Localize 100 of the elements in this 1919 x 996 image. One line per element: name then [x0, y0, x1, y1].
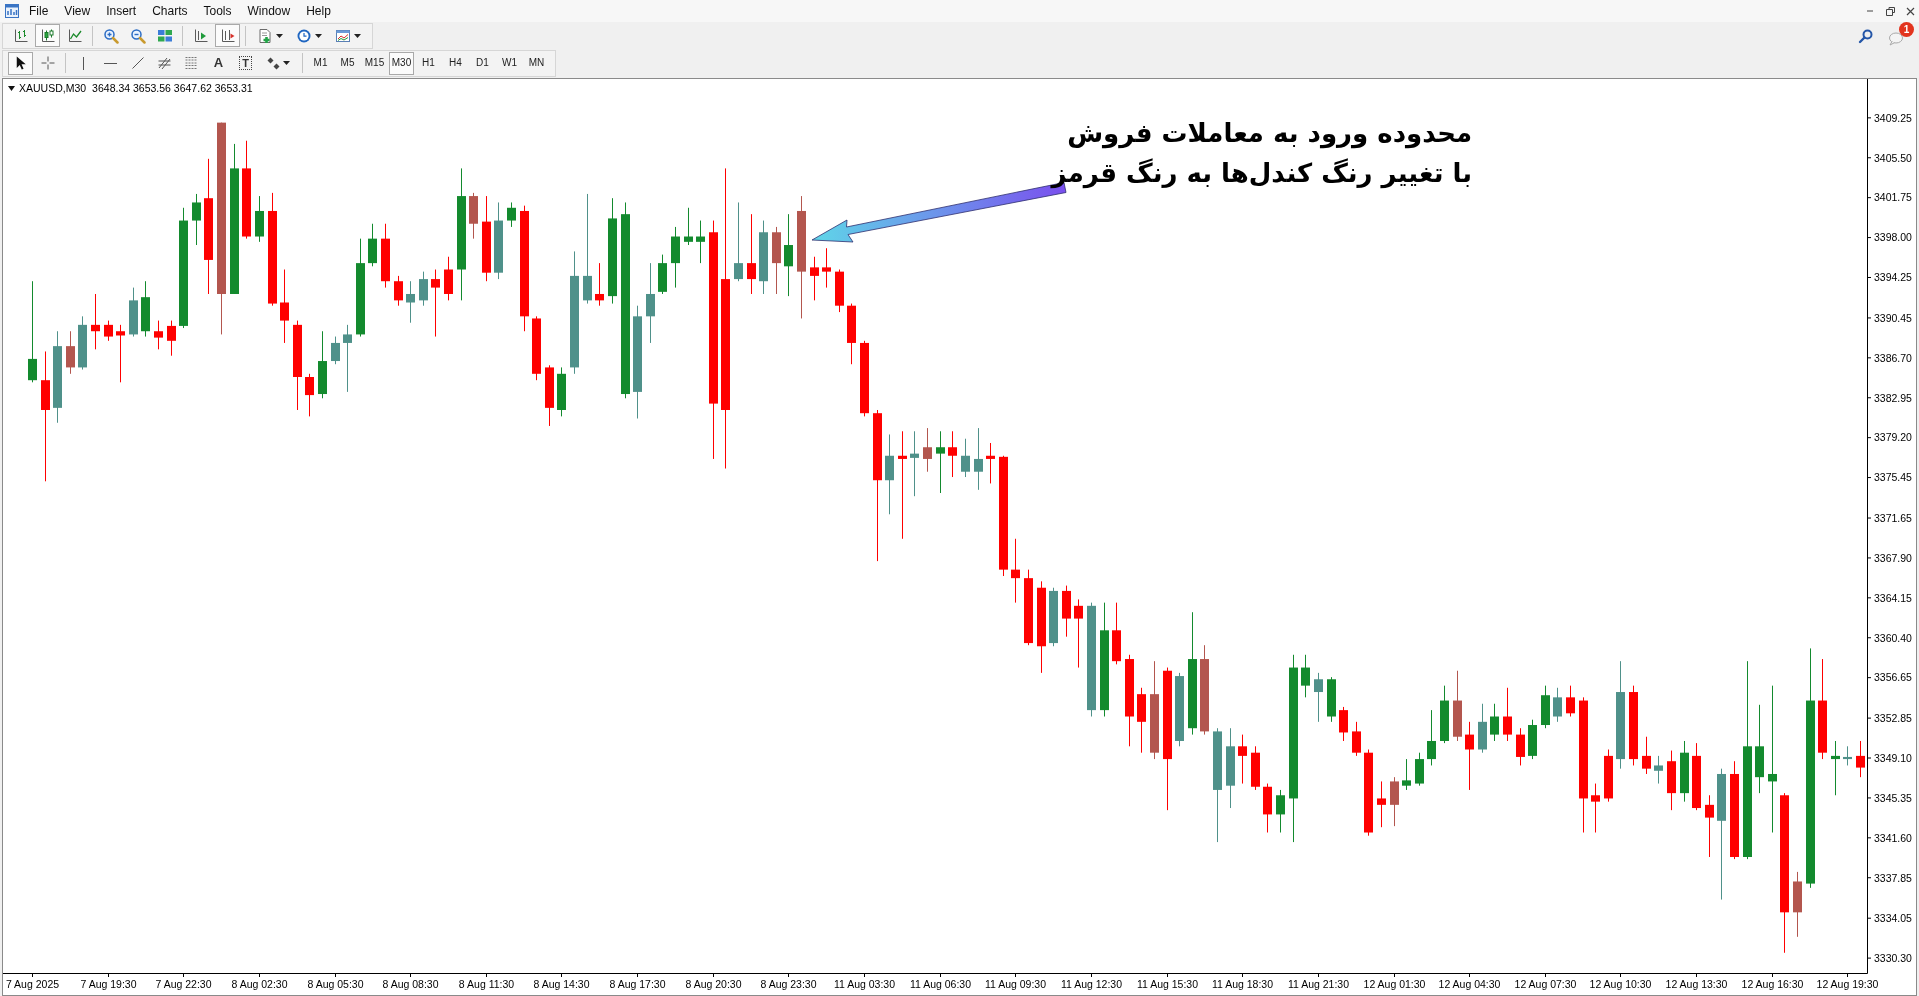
text-label-button[interactable]: T: [233, 51, 258, 75]
timeframe-tab[interactable]: M15: [362, 51, 387, 75]
timeframe-tab[interactable]: H1: [416, 51, 441, 75]
timeframe-tab[interactable]: M30: [389, 51, 414, 75]
candle-body: [104, 324, 113, 337]
document-plus-icon: [256, 27, 273, 44]
price-label: 3401.75: [1874, 191, 1912, 204]
time-label: 8 Aug 02:30: [231, 978, 288, 990]
menu-item[interactable]: Help: [298, 1, 339, 21]
price-label: 3364.15: [1874, 591, 1912, 604]
candlestick: [898, 430, 907, 540]
candlestick: [974, 427, 983, 491]
price-label: 3360.40: [1874, 631, 1912, 644]
candlestick: [154, 320, 163, 350]
candlestick: [1276, 789, 1285, 834]
zoom-out-icon: [129, 27, 146, 44]
ohlc-readout: 3648.34 3653.56 3647.62 3653.31: [92, 82, 253, 94]
text-tool-button[interactable]: A: [206, 51, 231, 75]
line-chart-icon: [66, 27, 83, 44]
candlestick: [305, 373, 314, 417]
candlestick: [646, 262, 655, 344]
timeframe-tab[interactable]: D1: [470, 51, 495, 75]
price-label: 3405.50: [1874, 151, 1912, 164]
shapes-icon: [267, 56, 280, 70]
price-label: 3379.20: [1874, 431, 1912, 444]
candlestick: [91, 293, 100, 350]
annotation-text: محدوده ورود به معاملات فروش با تغییر رنگ کندل‌ها به رنگ قرمز: [1051, 117, 1472, 191]
time-label: 12 Aug 07:30: [1514, 978, 1577, 990]
chat-bubble-icon: [1888, 29, 1904, 46]
time-label: 8 Aug 17:30: [609, 978, 666, 990]
hatched-lines-icon: [157, 56, 172, 70]
candlestick: [1377, 780, 1386, 828]
candlestick: [116, 324, 125, 383]
time-label: 12 Aug 10:30: [1589, 978, 1652, 990]
time-label: 11 Aug 06:30: [909, 978, 972, 990]
price-label: 3337.85: [1874, 871, 1912, 884]
candlestick: [419, 271, 428, 307]
caret-icon: [275, 33, 283, 38]
time-label: 11 Aug 21:30: [1287, 978, 1350, 990]
close-icon: [1905, 6, 1915, 16]
candlestick-icon: [39, 27, 56, 44]
menu-item[interactable]: Window: [239, 1, 299, 21]
candlestick: [1856, 740, 1865, 778]
candlestick: [66, 330, 75, 375]
menu-item[interactable]: Insert: [98, 1, 145, 21]
candlestick: [1591, 783, 1600, 834]
time-label: 11 Aug 09:30: [984, 978, 1047, 990]
candlestick-chart-button[interactable]: [35, 24, 60, 47]
candlestick: [948, 430, 957, 478]
candlestick: [684, 207, 693, 246]
menu-item[interactable]: Tools: [195, 1, 240, 21]
candlestick: [28, 280, 37, 383]
cursor-button[interactable]: [8, 51, 33, 75]
chart-symbol: XAUUSD,M30: [19, 82, 87, 94]
menu-item[interactable]: Charts: [144, 1, 196, 21]
candlestick: [822, 247, 831, 289]
price-label: 3341.60: [1874, 831, 1912, 844]
time-label: 11 Aug 15:30: [1136, 978, 1199, 990]
time-label: 8 Aug 20:30: [685, 978, 742, 990]
candlestick: [1465, 721, 1474, 791]
candlestick: [343, 324, 352, 393]
bar-chart-icon: [12, 27, 29, 44]
timeframe-tab[interactable]: M1: [308, 51, 333, 75]
candlestick: [1301, 654, 1310, 698]
candlestick: [1516, 727, 1525, 766]
candlestick: [923, 427, 932, 473]
timeframe-tab[interactable]: W1: [497, 51, 522, 75]
candlestick: [1503, 687, 1512, 742]
caret-icon: [353, 33, 361, 38]
candlestick: [696, 220, 705, 264]
candlestick: [910, 430, 919, 497]
chart-shift-button[interactable]: [215, 24, 240, 47]
price-label: 3356.65: [1874, 671, 1912, 684]
timeframe-tab[interactable]: M5: [335, 51, 360, 75]
candlestick: [1654, 755, 1663, 785]
menu-item[interactable]: File: [21, 1, 57, 21]
timeframe-tab[interactable]: MN: [524, 51, 549, 75]
horizontal-line-icon: [104, 61, 117, 65]
price-label: 3409.25: [1874, 111, 1912, 124]
candlestick: [1566, 685, 1575, 718]
restore-icon: [1885, 6, 1895, 16]
vertical-line-icon: [82, 56, 85, 70]
time-label: 8 Aug 05:30: [307, 978, 364, 990]
price-label: 3386.70: [1874, 351, 1912, 364]
price-label: 3330.30: [1874, 951, 1912, 964]
time-label: 12 Aug 04:30: [1438, 978, 1501, 990]
timeframe-tab[interactable]: H4: [443, 51, 468, 75]
candlestick: [1314, 672, 1323, 723]
price-label: 3367.90: [1874, 551, 1912, 564]
time-label: 7 Aug 19:30: [80, 978, 137, 990]
trendline-icon: [131, 57, 144, 69]
candlestick: [1831, 740, 1840, 796]
menu-item[interactable]: View: [56, 1, 99, 21]
clock-icon: [295, 27, 312, 44]
time-label: 11 Aug 03:30: [833, 978, 896, 990]
candlestick: [431, 269, 440, 338]
time-label: 7 Aug 2025: [5, 978, 60, 990]
candlestick: [1074, 598, 1083, 669]
stacked-lines-icon: [185, 57, 198, 69]
candlestick: [1427, 709, 1436, 766]
